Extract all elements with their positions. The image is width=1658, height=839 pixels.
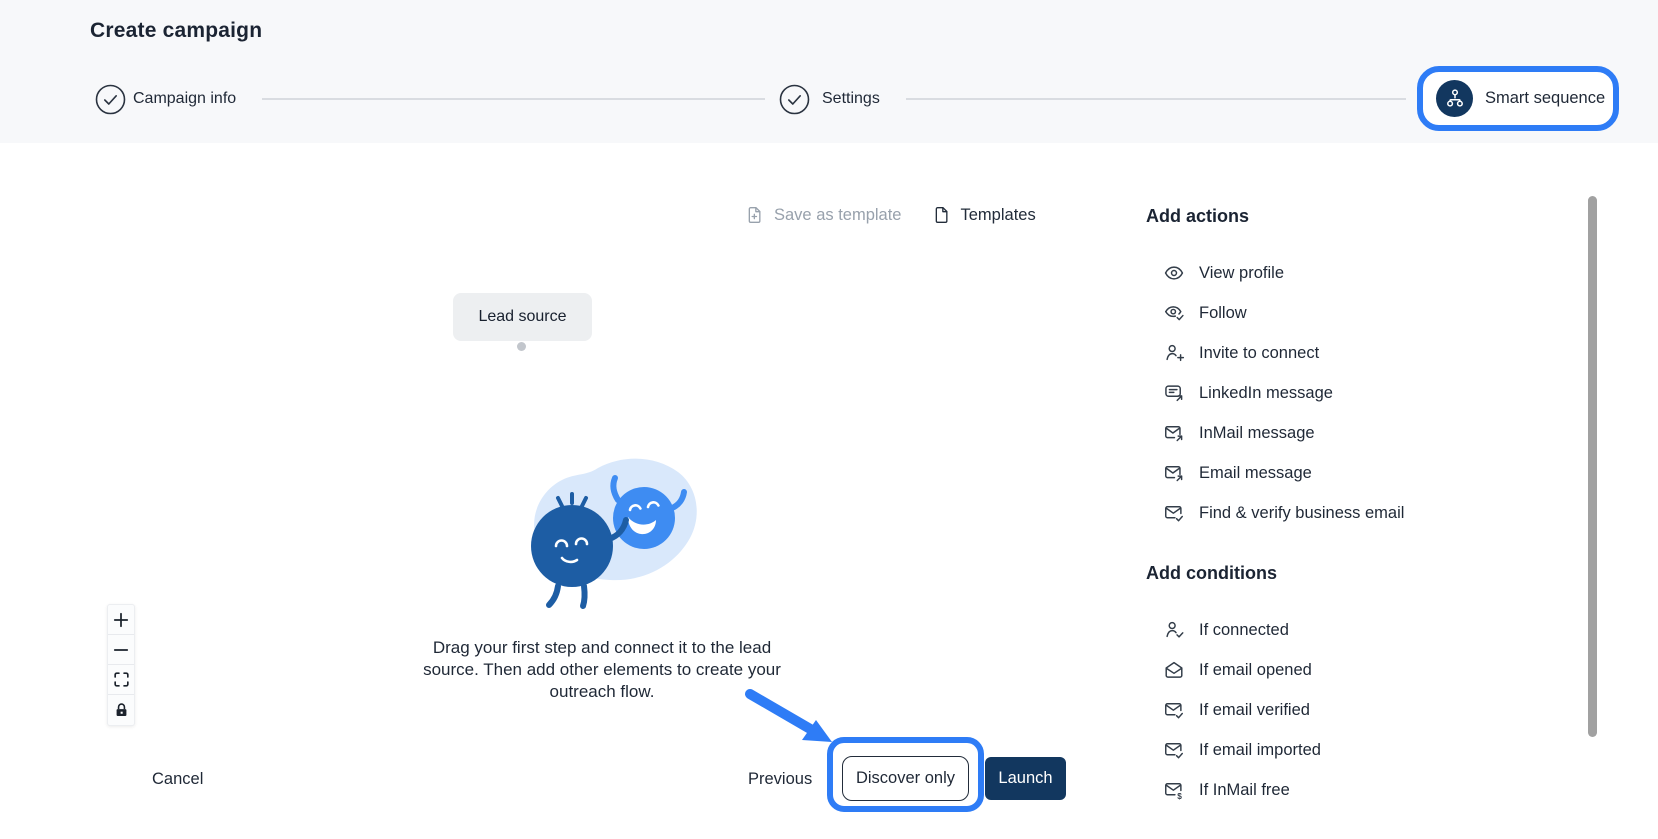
minus-icon xyxy=(110,639,132,661)
check-circle-icon xyxy=(95,84,126,115)
templates-label: Templates xyxy=(961,206,1036,225)
envelope-check-icon xyxy=(1163,739,1185,761)
sidebar-item-label: Invite to connect xyxy=(1199,344,1319,363)
eye-icon xyxy=(1163,262,1185,284)
envelope-check-icon xyxy=(1163,699,1185,721)
plus-icon xyxy=(110,609,132,631)
scrollbar-thumb[interactable] xyxy=(1588,196,1597,737)
plus-button[interactable] xyxy=(108,605,134,635)
cancel-button[interactable]: Cancel xyxy=(152,770,203,789)
sidebar-item-linkedin-message[interactable]: LinkedIn message xyxy=(1163,373,1576,413)
step-connector xyxy=(262,98,765,100)
user-plus-icon xyxy=(1163,342,1185,364)
envelope-dollar-icon: $ xyxy=(1163,779,1185,801)
canvas-toolbar: Save as template Templates xyxy=(745,205,1036,225)
sidebar-item-label: Find & verify business email xyxy=(1199,504,1404,523)
lead-source-label: Lead source xyxy=(478,308,566,326)
lock-icon xyxy=(112,701,131,720)
templates-button[interactable]: Templates xyxy=(932,205,1036,225)
step-settings[interactable]: Settings xyxy=(822,90,880,108)
sidebar-item-email-message[interactable]: Email message xyxy=(1163,453,1576,493)
page-title: Create campaign xyxy=(90,19,262,43)
user-check-icon xyxy=(1163,619,1185,641)
sidebar-item-label: If email verified xyxy=(1199,701,1310,720)
sidebar-item-if-email-imported[interactable]: If email imported xyxy=(1163,730,1576,770)
sidebar-item-find-verify-business-email[interactable]: Find & verify business email xyxy=(1163,493,1576,533)
sidebar-item-label: Email message xyxy=(1199,464,1312,483)
sidebar-item-invite-to-connect[interactable]: Invite to connect xyxy=(1163,333,1576,373)
sidebar-item-label: If connected xyxy=(1199,621,1289,640)
sidebar-item-inmail-message[interactable]: InMail message xyxy=(1163,413,1576,453)
sidebar-item-if-connected[interactable]: If connected xyxy=(1163,610,1576,650)
save-as-template-button[interactable]: Save as template xyxy=(745,205,902,225)
chat-arrow-icon xyxy=(1163,382,1185,404)
sidebar-item-view-profile[interactable]: View profile xyxy=(1163,253,1576,293)
envelope-check-icon xyxy=(1163,502,1185,524)
check-circle-icon xyxy=(779,84,810,115)
save-as-template-label: Save as template xyxy=(774,206,902,225)
fit-view-icon xyxy=(112,670,131,689)
canvas-zoom-controls xyxy=(107,604,135,726)
actions-list: View profile Follow Invite to connect Linke… xyxy=(1163,253,1576,533)
conditions-list: If connected If email opened If email veri… xyxy=(1163,610,1576,810)
step-campaign-info[interactable]: Campaign info xyxy=(133,90,236,108)
fit-view-button[interactable] xyxy=(108,665,134,695)
file-plus-icon xyxy=(745,205,765,225)
sidebar-add-elements: Add actions View profile Follow Invite to … xyxy=(1146,206,1576,810)
add-actions-heading: Add actions xyxy=(1146,206,1576,227)
lead-source-node[interactable]: Lead source xyxy=(453,293,592,341)
minus-button[interactable] xyxy=(108,635,134,665)
wizard-header: Create campaign Campaign info Settings S… xyxy=(0,0,1658,143)
step-smart-sequence-highlighted[interactable]: Smart sequence xyxy=(1417,66,1619,131)
lock-button[interactable] xyxy=(108,695,134,725)
eye-check-icon xyxy=(1163,302,1185,324)
sidebar-item-label: If email imported xyxy=(1199,741,1321,760)
sidebar-item-label: Follow xyxy=(1199,304,1247,323)
previous-button[interactable]: Previous xyxy=(748,770,812,789)
envelope-open-icon xyxy=(1163,659,1185,681)
sidebar-item-label: InMail message xyxy=(1199,424,1315,443)
sidebar-item-if-email-verified[interactable]: If email verified xyxy=(1163,690,1576,730)
sidebar-item-label: If email opened xyxy=(1199,661,1312,680)
step-smart-sequence-label: Smart sequence xyxy=(1485,89,1605,108)
step-connector xyxy=(906,98,1406,100)
svg-text:$: $ xyxy=(1177,792,1182,801)
sidebar-item-if-email-opened[interactable]: If email opened xyxy=(1163,650,1576,690)
file-icon xyxy=(932,205,952,225)
create-campaign-window: Create campaign Campaign info Settings S… xyxy=(0,0,1658,839)
empty-state-illustration xyxy=(500,446,705,616)
sidebar-item-label: LinkedIn message xyxy=(1199,384,1333,403)
node-connection-port[interactable] xyxy=(517,342,526,351)
add-conditions-heading: Add conditions xyxy=(1146,563,1576,584)
launch-button[interactable]: Launch xyxy=(985,757,1066,800)
sequence-icon xyxy=(1436,80,1473,117)
sidebar-item-label: If InMail free xyxy=(1199,781,1290,800)
sidebar-item-if-inmail-free[interactable]: $ If InMail free xyxy=(1163,770,1576,810)
envelope-arrow-icon xyxy=(1163,422,1185,444)
discover-only-button[interactable]: Discover only xyxy=(842,756,969,801)
sidebar-item-follow[interactable]: Follow xyxy=(1163,293,1576,333)
sidebar-item-label: View profile xyxy=(1199,264,1284,283)
envelope-arrow-icon xyxy=(1163,462,1185,484)
empty-state-text: Drag your first step and connect it to t… xyxy=(419,637,785,703)
